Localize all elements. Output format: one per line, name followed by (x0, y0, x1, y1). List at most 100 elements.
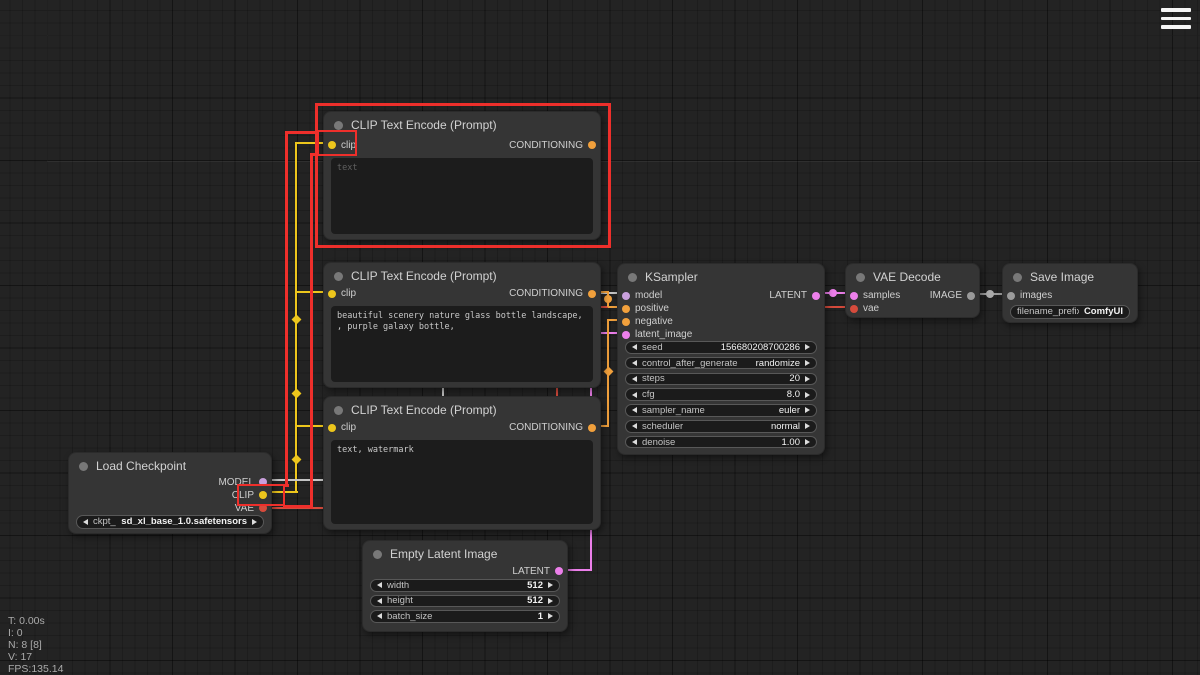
widget-ckpt-name[interactable]: ckpt_name sd_xl_base_1.0.safetensors (76, 515, 264, 529)
node-title: Load Checkpoint (96, 453, 186, 479)
node-title-bar[interactable]: CLIP Text Encode (Prompt) (324, 263, 600, 289)
increment-arrow-icon[interactable] (805, 360, 810, 366)
link-midpoint-marker (292, 455, 302, 465)
widget-value[interactable]: euler (779, 405, 800, 416)
increment-arrow-icon[interactable] (548, 613, 553, 619)
node-title-bar[interactable]: Save Image (1003, 264, 1137, 290)
increment-arrow-icon[interactable] (252, 519, 257, 525)
increment-arrow-icon[interactable] (805, 407, 810, 413)
decrement-arrow-icon[interactable] (632, 423, 637, 429)
widget-value[interactable]: 156680208700286 (721, 342, 800, 353)
samples-input-slot[interactable] (850, 292, 858, 300)
increment-arrow-icon[interactable] (805, 392, 810, 398)
node-graph-canvas[interactable]: CLIP Text Encode (Prompt) clip CONDITION… (0, 0, 1200, 675)
widget-value[interactable]: ComfyUI (1084, 306, 1123, 317)
image-output-slot[interactable] (967, 292, 975, 300)
decrement-arrow-icon[interactable] (377, 613, 382, 619)
slot-label: model (635, 290, 662, 301)
decrement-arrow-icon[interactable] (632, 439, 637, 445)
node-clip-text-encode-negative[interactable]: CLIP Text Encode (Prompt) clip CONDITION… (323, 396, 601, 530)
increment-arrow-icon[interactable] (548, 598, 553, 604)
collapse-dot-icon[interactable] (373, 550, 382, 559)
widget-value[interactable]: randomize (756, 358, 800, 369)
widget-label: sampler_name (642, 405, 774, 416)
collapse-dot-icon[interactable] (628, 273, 637, 282)
increment-arrow-icon[interactable] (805, 439, 810, 445)
widget-height[interactable]: height 512 (370, 595, 560, 608)
decrement-arrow-icon[interactable] (632, 407, 637, 413)
widget-batch-size[interactable]: batch_size 1 (370, 610, 560, 623)
widget-denoise[interactable]: denoise 1.00 (625, 436, 817, 449)
decrement-arrow-icon[interactable] (632, 344, 637, 350)
link-midpoint-marker (604, 295, 612, 303)
clip-input-slot[interactable] (328, 290, 336, 298)
widget-value[interactable]: 1 (538, 611, 543, 622)
widget-value[interactable]: sd_xl_base_1.0.safetensors (121, 516, 247, 527)
slot-label: clip (341, 422, 356, 433)
decrement-arrow-icon[interactable] (632, 376, 637, 382)
widget-steps[interactable]: steps 20 (625, 373, 817, 386)
increment-arrow-icon[interactable] (805, 423, 810, 429)
decrement-arrow-icon[interactable] (632, 392, 637, 398)
widget-width[interactable]: width 512 (370, 579, 560, 592)
node-title-bar[interactable]: KSampler (618, 264, 824, 290)
decrement-arrow-icon[interactable] (83, 519, 88, 525)
prompt-textarea[interactable]: text, watermark (331, 440, 593, 524)
prompt-textarea[interactable]: beautiful scenery nature glass bottle la… (331, 306, 593, 382)
conditioning-output-slot[interactable] (588, 290, 596, 298)
node-save-image[interactable]: Save Image images filename_prefix ComfyU… (1002, 263, 1138, 323)
widget-filename-prefix[interactable]: filename_prefix ComfyUI (1010, 305, 1130, 319)
widget-label: ckpt_name (93, 516, 116, 527)
node-vae-decode[interactable]: VAE Decode samples vae IMAGE (845, 263, 980, 318)
highlight-rect-clip-input (317, 130, 357, 156)
widget-value[interactable]: 8.0 (787, 389, 800, 400)
widget-value[interactable]: 1.00 (782, 437, 801, 448)
highlight-path (285, 131, 288, 486)
collapse-dot-icon[interactable] (79, 462, 88, 471)
latent-output-slot[interactable] (812, 292, 820, 300)
widget-value[interactable]: 512 (527, 580, 543, 591)
node-clip-text-encode-positive[interactable]: CLIP Text Encode (Prompt) clip CONDITION… (323, 262, 601, 388)
latent-image-input-slot[interactable] (622, 331, 630, 339)
conditioning-output-slot[interactable] (588, 424, 596, 432)
increment-arrow-icon[interactable] (805, 376, 810, 382)
widget-value[interactable]: 20 (789, 373, 800, 384)
node-empty-latent-image[interactable]: Empty Latent Image LATENT width 512 heig… (362, 540, 568, 632)
images-input-slot[interactable] (1007, 292, 1015, 300)
widget-control-after-generate[interactable]: control_after_generate randomize (625, 357, 817, 370)
widget-value[interactable]: normal (771, 421, 800, 432)
collapse-dot-icon[interactable] (856, 273, 865, 282)
widget-scheduler[interactable]: scheduler normal (625, 420, 817, 433)
positive-input-slot[interactable] (622, 305, 630, 313)
vae-input-slot[interactable] (850, 305, 858, 313)
highlight-rect-node (315, 103, 611, 248)
link-midpoint-marker (829, 289, 837, 297)
widget-label: filename_prefix (1017, 306, 1079, 317)
negative-input-slot[interactable] (622, 318, 630, 326)
node-title: VAE Decode (873, 264, 941, 290)
increment-arrow-icon[interactable] (805, 344, 810, 350)
widget-cfg[interactable]: cfg 8.0 (625, 388, 817, 401)
node-title-bar[interactable]: VAE Decode (846, 264, 979, 290)
widget-label: height (387, 595, 522, 606)
widget-sampler-name[interactable]: sampler_name euler (625, 404, 817, 417)
clip-input-slot[interactable] (328, 424, 336, 432)
hamburger-menu-icon[interactable] (1161, 8, 1191, 34)
node-title-bar[interactable]: CLIP Text Encode (Prompt) (324, 397, 600, 423)
node-title-bar[interactable]: Empty Latent Image (363, 541, 567, 567)
stat-line: N: 8 [8] (8, 639, 63, 651)
collapse-dot-icon[interactable] (334, 272, 343, 281)
link-midpoint-marker (292, 315, 302, 325)
collapse-dot-icon[interactable] (334, 406, 343, 415)
node-ksampler[interactable]: KSampler model positive negative latent_… (617, 263, 825, 455)
widget-value[interactable]: 512 (527, 595, 543, 606)
increment-arrow-icon[interactable] (548, 582, 553, 588)
decrement-arrow-icon[interactable] (377, 582, 382, 588)
decrement-arrow-icon[interactable] (377, 598, 382, 604)
latent-output-slot[interactable] (555, 567, 563, 575)
slot-label: IMAGE (930, 290, 962, 301)
decrement-arrow-icon[interactable] (632, 360, 637, 366)
collapse-dot-icon[interactable] (1013, 273, 1022, 282)
model-input-slot[interactable] (622, 292, 630, 300)
widget-seed[interactable]: seed 156680208700286 (625, 341, 817, 354)
